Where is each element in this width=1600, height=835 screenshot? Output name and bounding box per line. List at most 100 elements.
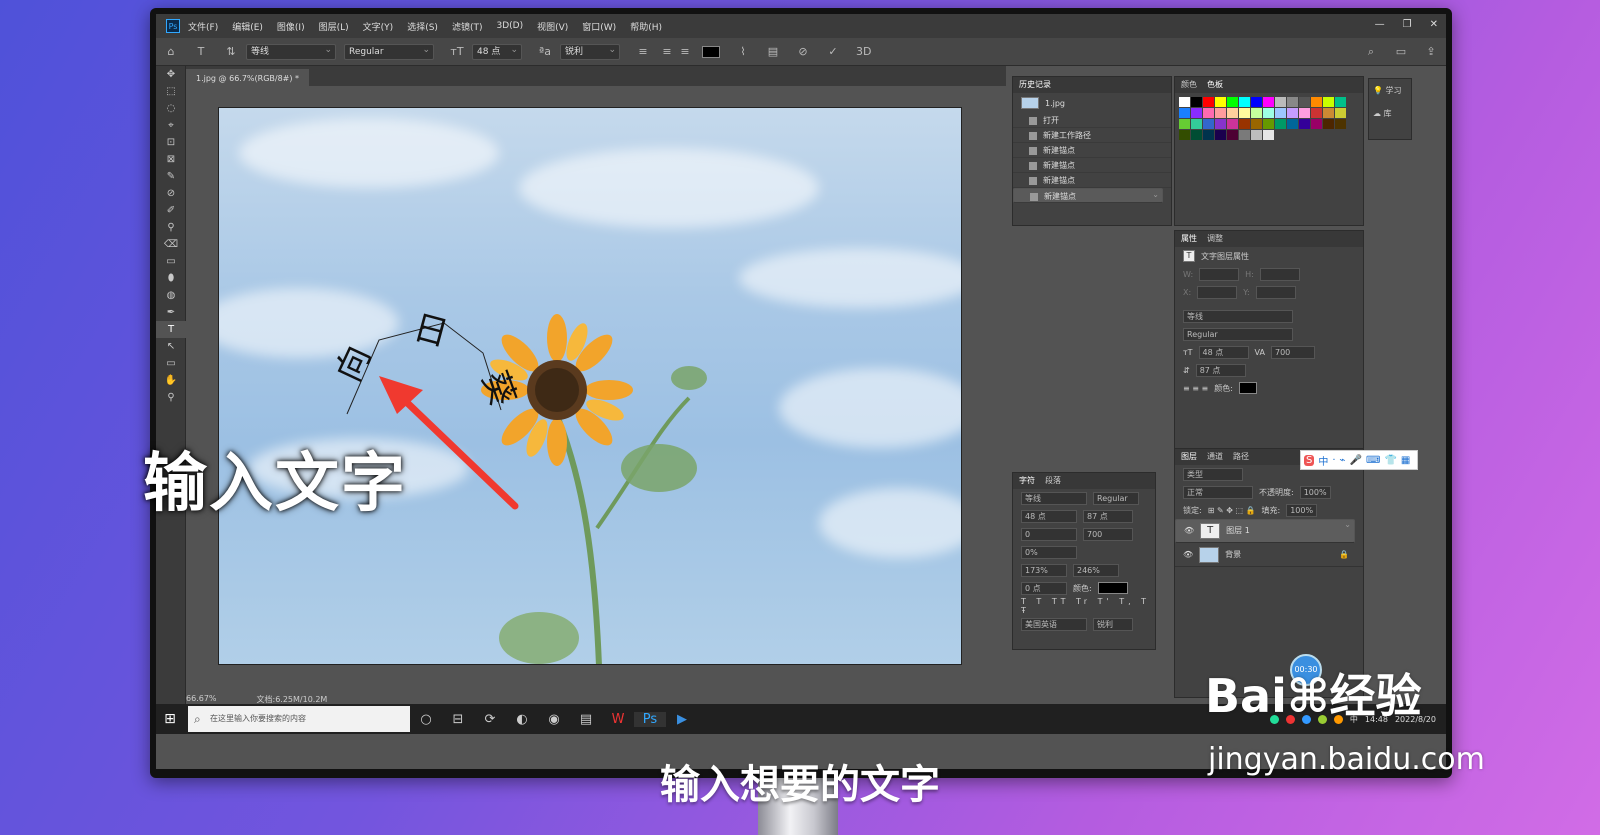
swatch-cell[interactable] [1299,97,1310,107]
frame-tool-icon[interactable]: ⊠ [156,151,186,168]
char-font-family[interactable]: 等线 [1021,491,1087,505]
tab-layers[interactable]: 图层 [1181,449,1197,465]
swatch-cell[interactable] [1227,130,1238,140]
char-kerning[interactable]: 0 [1021,527,1077,541]
swatch-cell[interactable] [1251,108,1262,118]
task-view-icon[interactable]: ⊟ [442,712,474,727]
video-app-icon[interactable]: ▶ [666,712,698,727]
text-orientation-icon[interactable]: ⇅ [224,45,238,58]
tab-swatches[interactable]: 色板 [1207,77,1223,93]
char-font-style[interactable]: Regular [1093,491,1139,505]
tab-adjustments[interactable]: 调整 [1207,231,1223,247]
swatch-cell[interactable] [1215,108,1226,118]
marquee-tool-icon[interactable]: ⬚ [156,83,186,100]
warp-text-icon[interactable]: ⌇ [736,45,750,58]
commit-check-icon[interactable]: ✓ [826,45,840,58]
fill-input[interactable]: 100% [1286,503,1318,517]
char-hscale[interactable]: 246% [1073,563,1119,577]
type-tool-icon[interactable]: T [194,45,208,58]
prop-color-swatch[interactable] [1238,382,1257,394]
swatch-cell[interactable] [1203,130,1214,140]
wps-icon[interactable]: W [602,712,634,727]
shape-tool-icon[interactable]: ▭ [156,355,186,372]
char-color-swatch[interactable] [1097,582,1128,594]
prop-font-style[interactable]: Regular [1183,327,1293,341]
history-snapshot[interactable]: 1.jpg [1013,93,1171,113]
minimize-button[interactable]: — [1375,19,1385,30]
healing-tool-icon[interactable]: ⊘ [156,185,186,202]
hand-tool-icon[interactable]: ✋ [156,372,186,389]
swatch-cell[interactable] [1239,130,1250,140]
font-size-select[interactable]: 48 点 [472,43,522,60]
tab-properties[interactable]: 属性 [1181,231,1197,247]
swatch-cell[interactable] [1275,97,1286,107]
blend-mode-select[interactable]: 正常 [1183,485,1253,499]
blur-tool-icon[interactable]: ⬮ [156,270,186,287]
type-tool-icon[interactable]: T [156,321,186,338]
swatch-cell[interactable] [1263,119,1274,129]
swatch-cell[interactable] [1203,119,1214,129]
eye-icon[interactable]: 👁 [1183,550,1193,559]
swatch-cell[interactable] [1263,130,1274,140]
swatch-cell[interactable] [1335,97,1346,107]
menu-filter[interactable]: 滤镜(T) [452,20,483,33]
tab-paths[interactable]: 路径 [1233,449,1249,465]
eye-icon[interactable]: 👁 [1184,524,1194,538]
swatch-cell[interactable] [1323,97,1334,107]
menu-select[interactable]: 选择(S) [407,20,438,33]
home-icon[interactable]: ⌂ [164,45,178,58]
swatch-cell[interactable] [1251,119,1262,129]
tab-paragraph[interactable]: 段落 [1045,473,1061,489]
layer-filter-input[interactable]: 类型 [1183,467,1243,481]
swatch-cell[interactable] [1311,119,1322,129]
swatch-grid[interactable] [1175,93,1363,144]
prop-tracking[interactable]: 700 [1270,345,1315,359]
swatch-cell[interactable] [1191,119,1202,129]
history-item[interactable]: 新建工作路径 [1013,128,1171,143]
crop-tool-icon[interactable]: ⊡ [156,134,186,151]
menu-3d[interactable]: 3D(D) [496,21,523,31]
swatch-cell[interactable] [1227,97,1238,107]
swatch-cell[interactable] [1287,108,1298,118]
tab-character[interactable]: 字符 [1019,473,1035,489]
opacity-input[interactable]: 100% [1299,485,1331,499]
3d-button[interactable]: 3D [856,45,871,58]
library-button[interactable]: ☁ 库 [1369,102,1411,125]
swatch-cell[interactable] [1251,130,1262,140]
char-vscale[interactable]: 173% [1021,563,1067,577]
swatch-cell[interactable] [1227,108,1238,118]
text-color-swatch[interactable] [702,45,720,58]
char-size[interactable]: 48 点 [1021,509,1077,523]
history-item[interactable]: 新建锚点 [1013,158,1171,173]
swatch-cell[interactable] [1299,108,1310,118]
menu-layer[interactable]: 图层(L) [319,20,349,33]
menu-window[interactable]: 窗口(W) [582,20,616,33]
swatch-cell[interactable] [1275,108,1286,118]
prop-font-family[interactable]: 等线 [1183,309,1293,323]
char-leading[interactable]: 87 点 [1083,509,1133,523]
swatch-cell[interactable] [1191,97,1202,107]
prop-leading[interactable]: 87 点 [1195,363,1246,377]
swatch-cell[interactable] [1311,108,1322,118]
menu-type[interactable]: 文字(Y) [363,20,394,33]
learn-button[interactable]: 💡 学习 [1369,79,1411,102]
swatch-cell[interactable] [1239,97,1250,107]
close-button[interactable]: ✕ [1430,19,1438,30]
swatch-cell[interactable] [1287,119,1298,129]
menu-image[interactable]: 图像(I) [277,20,305,33]
swatch-cell[interactable] [1227,119,1238,129]
explorer-icon[interactable]: ▤ [570,712,602,727]
brush-tool-icon[interactable]: ✐ [156,202,186,219]
lasso-tool-icon[interactable]: ◌ [156,100,186,117]
align-right-icon[interactable]: ≡ [678,45,692,58]
font-style-select[interactable]: Regular [344,43,434,60]
swatch-cell[interactable] [1263,108,1274,118]
document-tab[interactable]: 1.jpg @ 66.7%(RGB/8#) * [186,69,310,89]
swatch-cell[interactable] [1263,97,1274,107]
taskbar-search-input[interactable]: 在这里输入你要搜索的内容 [188,706,410,732]
swatch-cell[interactable] [1275,119,1286,129]
stamp-tool-icon[interactable]: ⚲ [156,219,186,236]
move-tool-icon[interactable]: ✥ [156,66,186,83]
prop-font-size[interactable]: 48 点 [1198,345,1249,359]
swatch-cell[interactable] [1179,119,1190,129]
